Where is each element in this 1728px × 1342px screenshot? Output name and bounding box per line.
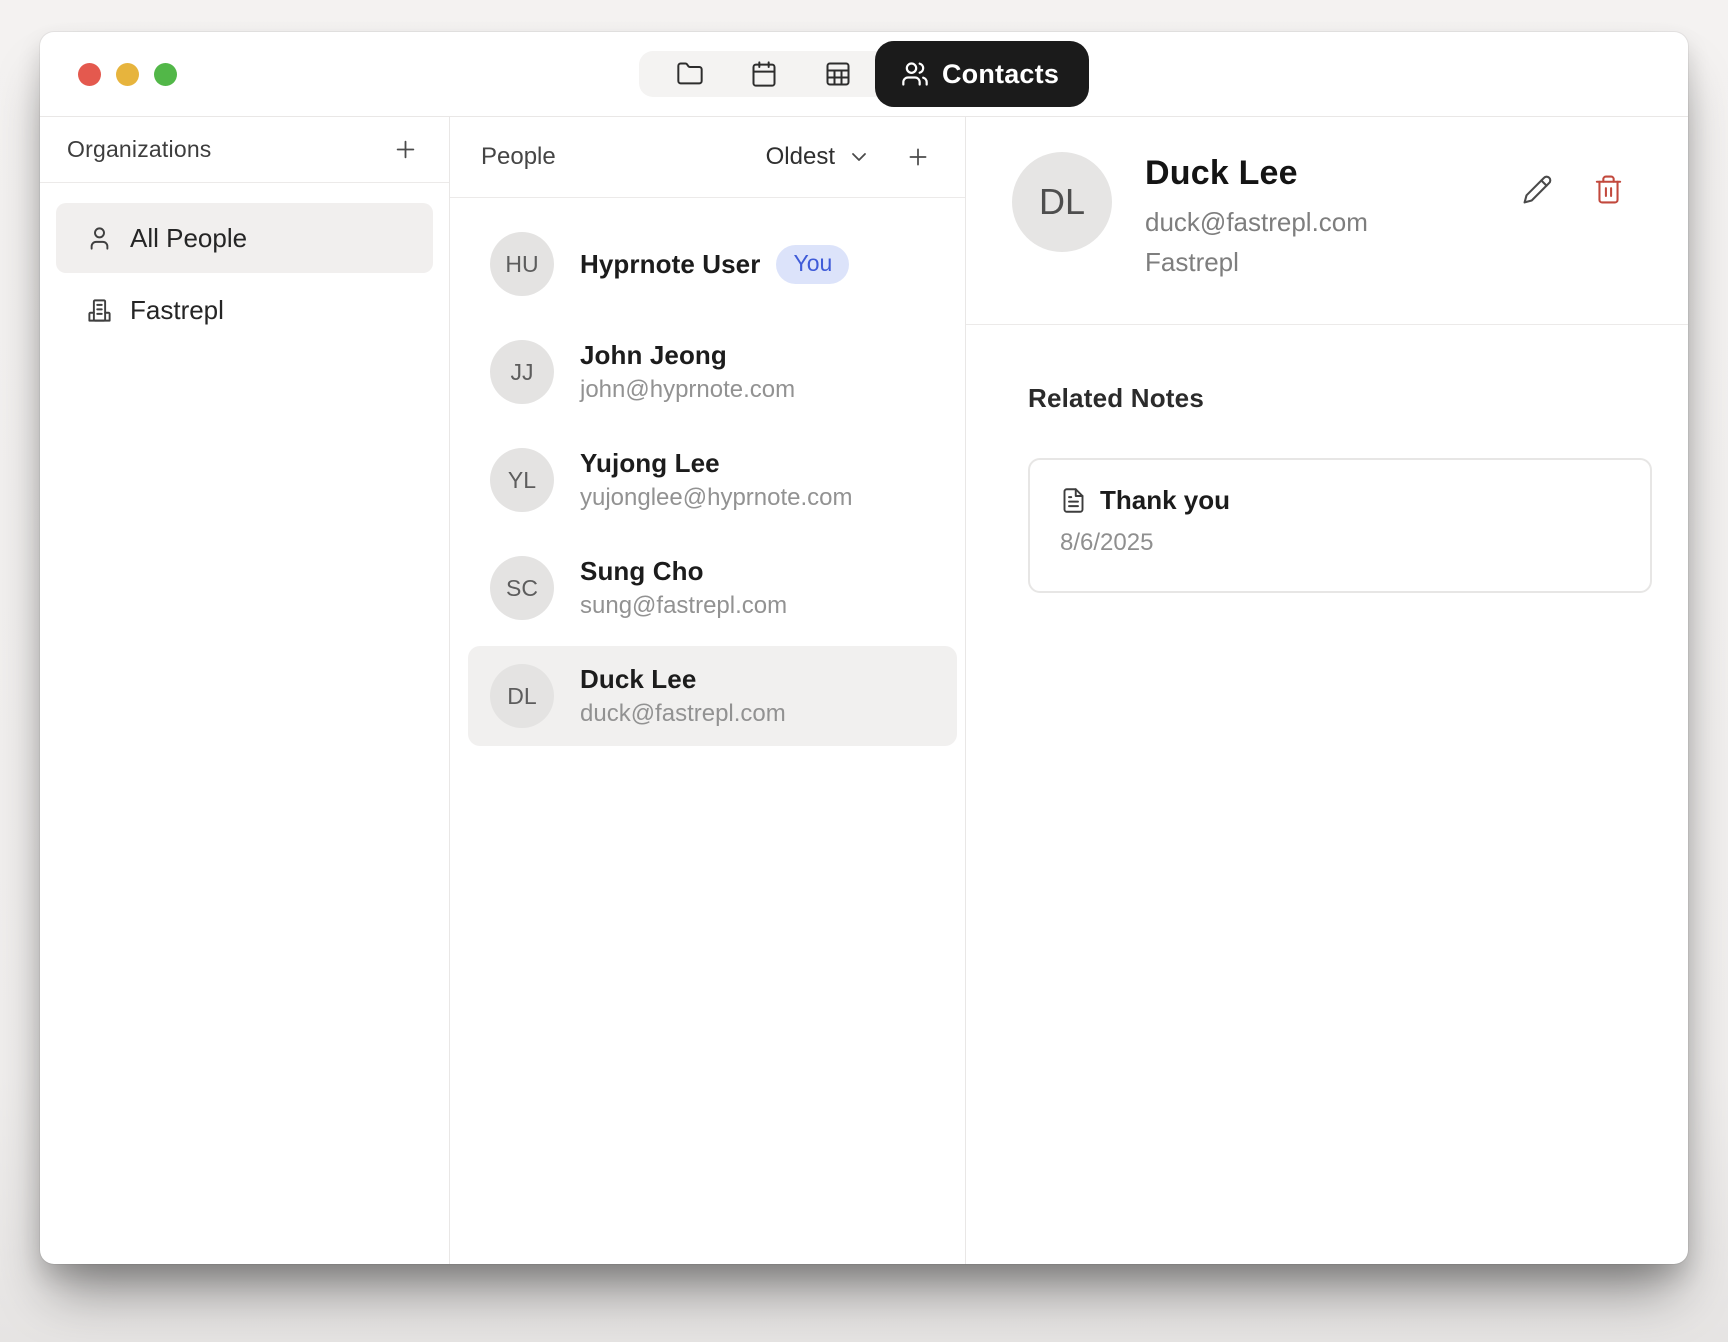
user-icon: [86, 225, 113, 252]
note-card-thank-you[interactable]: Thank you 8/6/2025: [1028, 458, 1652, 593]
close-button[interactable]: [78, 63, 101, 86]
main-content: Organizations: [40, 117, 1688, 1264]
contact-name: Duck Lee: [1145, 154, 1368, 193]
avatar: HU: [490, 232, 554, 296]
users-icon: [901, 60, 929, 88]
note-date: 8/6/2025: [1060, 529, 1650, 557]
contact-actions: [1518, 170, 1628, 324]
plus-icon: [905, 144, 931, 170]
sidebar-item-label: All People: [130, 223, 247, 254]
organizations-title: Organizations: [67, 136, 212, 163]
building-icon: [86, 297, 113, 324]
tab-table[interactable]: [801, 51, 875, 97]
people-list: HU Hyprnote User You JJ John Jeong john@…: [450, 198, 965, 1264]
avatar: DL: [1012, 152, 1112, 252]
tab-calendar[interactable]: [727, 51, 801, 97]
person-name: Sung Cho: [580, 556, 787, 587]
person-email: yujonglee@hyprnote.com: [580, 484, 853, 512]
avatar: JJ: [490, 340, 554, 404]
plus-icon: [392, 136, 419, 163]
table-icon: [824, 60, 852, 88]
related-notes-title: Related Notes: [1028, 383, 1652, 414]
person-row-yujong-lee[interactable]: YL Yujong Lee yujonglee@hyprnote.com: [468, 430, 957, 530]
person-name: John Jeong: [580, 340, 795, 371]
edit-contact-button[interactable]: [1518, 170, 1557, 209]
app-window: Contacts Organizations: [40, 32, 1688, 1264]
person-name: Duck Lee: [580, 664, 786, 695]
person-row-duck-lee[interactable]: DL Duck Lee duck@fastrepl.com: [468, 646, 957, 746]
people-panel: People Oldest: [450, 117, 966, 1264]
organizations-header: Organizations: [40, 117, 449, 183]
you-badge: You: [776, 245, 849, 284]
organizations-list: All People Fastrepl: [40, 183, 449, 365]
sidebar-item-label: Fastrepl: [130, 295, 224, 326]
note-title: Thank you: [1100, 485, 1230, 516]
avatar: YL: [490, 448, 554, 512]
window-controls: [78, 32, 177, 116]
person-email: john@hyprnote.com: [580, 376, 795, 404]
organizations-sidebar: Organizations: [40, 117, 450, 1264]
person-row-john-jeong[interactable]: JJ John Jeong john@hyprnote.com: [468, 322, 957, 422]
person-name: Hyprnote User: [580, 249, 760, 280]
person-email: sung@fastrepl.com: [580, 592, 787, 620]
related-notes-section: Related Notes Thank you 8/6/2025: [966, 325, 1688, 1264]
person-row-hyprnote-user[interactable]: HU Hyprnote User You: [468, 214, 957, 314]
pencil-icon: [1522, 174, 1553, 205]
delete-contact-button[interactable]: [1589, 170, 1628, 209]
trash-icon: [1593, 174, 1624, 205]
person-name: Yujong Lee: [580, 448, 853, 479]
sidebar-item-fastrepl[interactable]: Fastrepl: [56, 275, 433, 345]
person-email: duck@fastrepl.com: [580, 700, 786, 728]
tab-contacts-label: Contacts: [942, 59, 1059, 90]
contact-organization: Fastrepl: [1145, 247, 1368, 278]
titlebar: Contacts: [40, 32, 1688, 117]
minimize-button[interactable]: [116, 63, 139, 86]
avatar: DL: [490, 664, 554, 728]
contact-email: duck@fastrepl.com: [1145, 207, 1368, 238]
chevron-down-icon: [847, 145, 871, 169]
tab-notes[interactable]: [653, 51, 727, 97]
avatar: SC: [490, 556, 554, 620]
calendar-icon: [750, 60, 778, 88]
add-organization-button[interactable]: [388, 132, 423, 167]
sort-dropdown[interactable]: Oldest: [766, 143, 871, 171]
sidebar-item-all-people[interactable]: All People: [56, 203, 433, 273]
add-person-button[interactable]: [901, 140, 935, 174]
zoom-button[interactable]: [154, 63, 177, 86]
people-title: People: [481, 143, 556, 171]
sort-label: Oldest: [766, 143, 835, 171]
contact-detail-header: DL Duck Lee duck@fastrepl.com Fastrepl: [966, 117, 1688, 325]
folder-icon: [676, 60, 704, 88]
view-switcher: Contacts: [639, 51, 1089, 97]
people-header: People Oldest: [450, 117, 965, 198]
file-text-icon: [1060, 487, 1087, 514]
tab-contacts[interactable]: Contacts: [875, 41, 1089, 107]
person-row-sung-cho[interactable]: SC Sung Cho sung@fastrepl.com: [468, 538, 957, 638]
contact-detail-panel: DL Duck Lee duck@fastrepl.com Fastrepl: [966, 117, 1688, 1264]
